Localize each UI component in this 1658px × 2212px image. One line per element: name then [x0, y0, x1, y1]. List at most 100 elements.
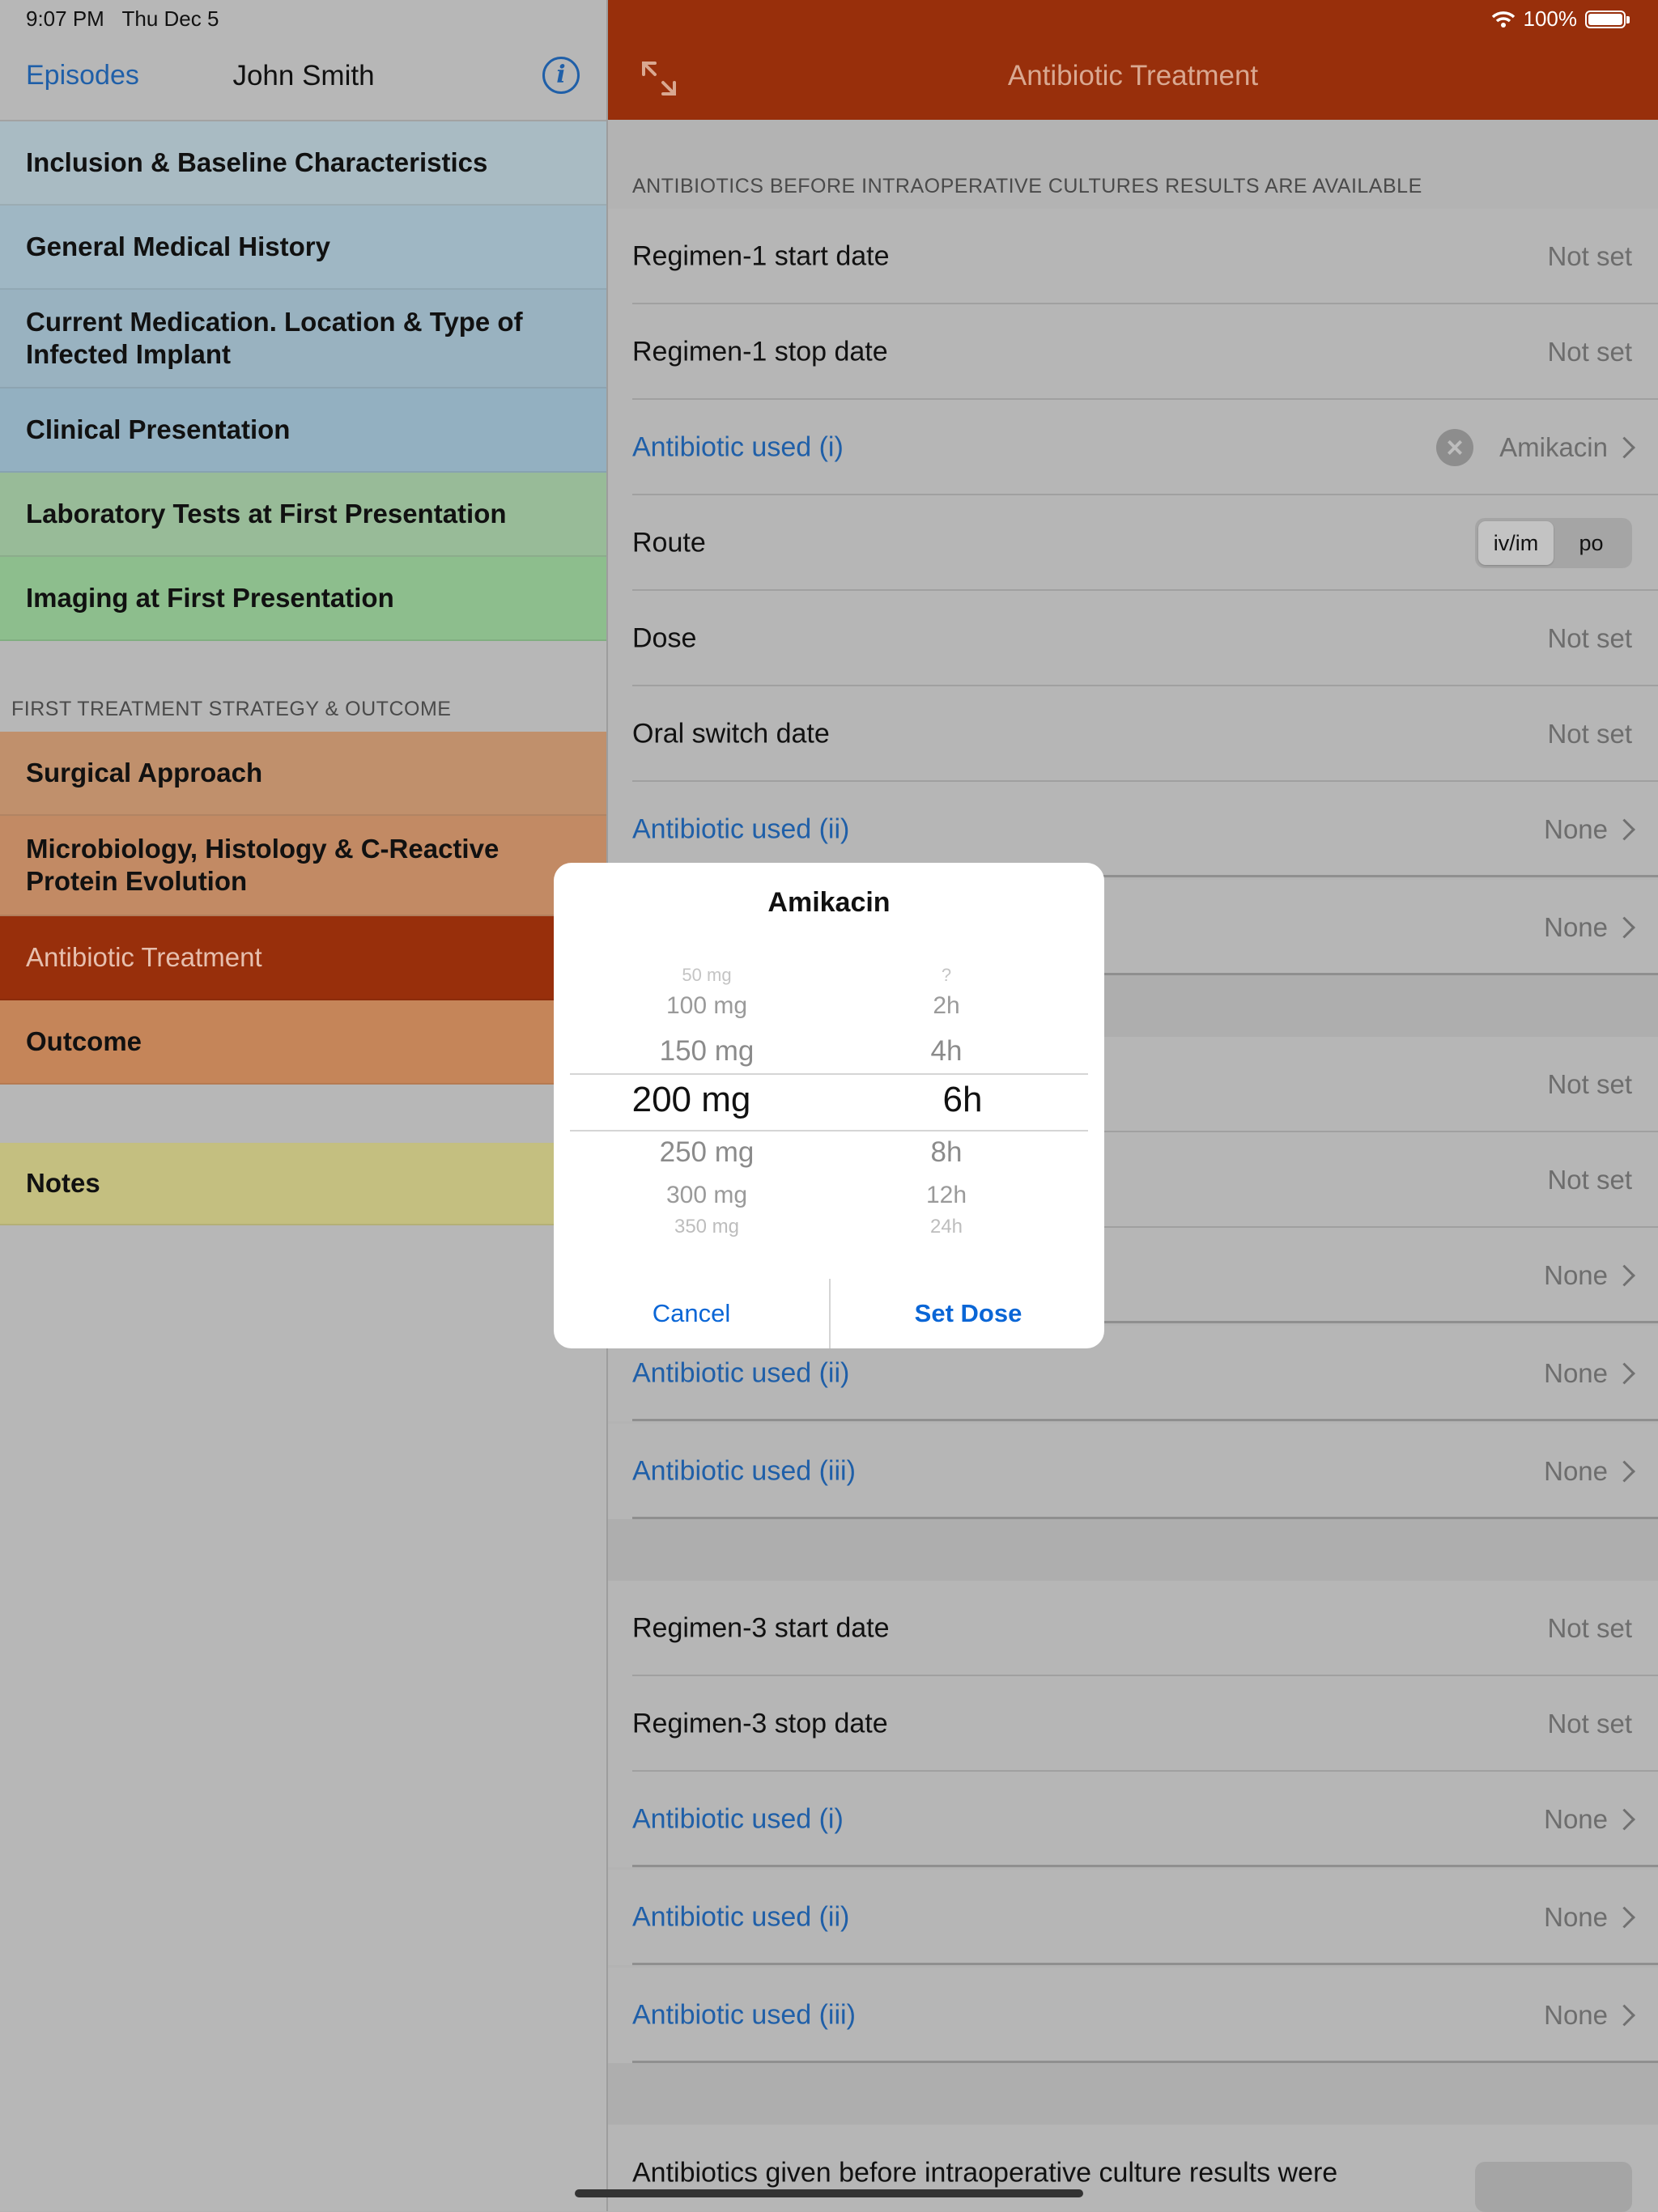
row-label: Route [632, 527, 706, 558]
row-label: Regimen-3 start date [632, 1612, 890, 1644]
interval-option[interactable]: ? [869, 965, 1023, 986]
sidebar-item-notes[interactable]: Notes [0, 1143, 607, 1225]
interval-option[interactable]: 4h [869, 1035, 1023, 1068]
row-label: Antibiotic used (iii) [632, 1999, 856, 2031]
regimen1-oral-switch-row[interactable]: Oral switch date Not set [608, 686, 1658, 782]
toggle-control[interactable] [1475, 2162, 1632, 2212]
chevron-right-icon [1613, 1460, 1635, 1483]
sidebar-item-outcome[interactable]: Outcome [0, 1000, 607, 1085]
sidebar-item-clinical-presentation[interactable]: Clinical Presentation [0, 388, 607, 473]
cancel-button[interactable]: Cancel [554, 1279, 829, 1348]
row-value: Not set [1547, 337, 1632, 367]
info-icon[interactable]: i [542, 57, 580, 94]
battery-percent: 100% [1523, 6, 1578, 31]
sidebar-item-current-medication[interactable]: Current Medication. Location & Type of I… [0, 290, 607, 388]
dose-option-selected[interactable]: 200 mg [578, 1080, 805, 1120]
row-label: Regimen-3 stop date [632, 1708, 888, 1739]
interval-option[interactable]: 8h [869, 1136, 1023, 1169]
sidebar-item-imaging[interactable]: Imaging at First Presentation [0, 557, 607, 641]
row-value: None [1544, 1804, 1608, 1834]
sidebar-navbar: John Smith Episodes i [0, 39, 607, 121]
picker-selection-top [570, 1073, 1088, 1075]
sidebar-item-label: Outcome [26, 1026, 142, 1056]
sidebar-item-microbiology[interactable]: Microbiology, Histology & C-Reactive Pro… [0, 816, 607, 916]
interval-option[interactable]: 2h [869, 992, 1023, 1020]
dose-option[interactable]: 350 mg [606, 1216, 808, 1238]
dose-option[interactable]: 250 mg [606, 1136, 808, 1169]
interval-option-selected[interactable]: 6h [886, 1080, 1039, 1120]
sidebar-item-label: Imaging at First Presentation [26, 583, 394, 613]
chevron-right-icon [1613, 2004, 1635, 2027]
row-label: Antibiotics given before intraoperative … [632, 2157, 1338, 2189]
sidebar-item-label: Antibiotic Treatment [26, 942, 262, 972]
sidebar-item-laboratory-tests[interactable]: Laboratory Tests at First Presentation [0, 473, 607, 557]
dose-option[interactable]: 150 mg [606, 1035, 808, 1068]
clear-icon[interactable]: × [1436, 429, 1473, 466]
row-label: Oral switch date [632, 718, 830, 749]
route-segmented-control: iv/im po [1475, 518, 1632, 568]
chevron-right-icon [1613, 1264, 1635, 1287]
dose-option[interactable]: 50 mg [606, 965, 808, 986]
sidebar-item-inclusion[interactable]: Inclusion & Baseline Characteristics [0, 121, 607, 206]
sidebar-item-label: Notes [26, 1168, 100, 1198]
set-dose-button[interactable]: Set Dose [831, 1279, 1104, 1348]
interval-option[interactable]: 12h [869, 1182, 1023, 1209]
sidebar-item-label: General Medical History [26, 231, 330, 261]
route-option-po[interactable]: po [1554, 521, 1629, 565]
route-option-iv-im[interactable]: iv/im [1478, 521, 1554, 565]
row-value: Not set [1547, 1165, 1632, 1195]
regimen3-stop-row[interactable]: Regimen-3 stop date Not set [608, 1676, 1658, 1772]
row-label: Antibiotic used (ii) [632, 1901, 850, 1933]
sidebar-item-surgical-approach[interactable]: Surgical Approach [0, 732, 607, 816]
section-gap [608, 2063, 1658, 2125]
picker-selection-bottom [570, 1130, 1088, 1131]
regimen3-antibiotic-ii-row[interactable]: Antibiotic used (ii) None [608, 1870, 1658, 1965]
page-title: Antibiotic Treatment [1007, 60, 1259, 91]
sidebar-item-label: Surgical Approach [26, 758, 263, 788]
sidebar-item-label: Laboratory Tests at First Presentation [26, 499, 507, 529]
chevron-right-icon [1613, 818, 1635, 841]
regimen3-antibiotic-i-row[interactable]: Antibiotic used (i) None [608, 1772, 1658, 1867]
row-separator [632, 1963, 1658, 1965]
row-value: Not set [1547, 1613, 1632, 1643]
regimen3-antibiotic-iii-row[interactable]: Antibiotic used (iii) None [608, 1968, 1658, 2063]
regimen3-start-row[interactable]: Regimen-3 start date Not set [608, 1581, 1658, 1676]
row-value: None [1544, 814, 1608, 844]
detail-navbar: Antibiotic Treatment 100% [608, 0, 1658, 120]
regimen1-dose-row[interactable]: Dose Not set [608, 591, 1658, 686]
status-right: 100% [1491, 6, 1630, 32]
sidebar-item-label: Microbiology, Histology & C-Reactive Pro… [26, 834, 500, 896]
row-label: Regimen-1 start date [632, 240, 890, 272]
regimen1-antibiotic-i-row[interactable]: Antibiotic used (i) × Amikacin [608, 400, 1658, 495]
chevron-right-icon [1613, 1906, 1635, 1929]
sidebar-item-label: Clinical Presentation [26, 414, 291, 444]
wifi-icon [1491, 11, 1515, 28]
row-separator [632, 1419, 1658, 1421]
section-header: ANTIBIOTICS BEFORE INTRAOPERATIVE CULTUR… [632, 175, 1422, 197]
given-before-results-row: Antibiotics given before intraoperative … [608, 2125, 1658, 2212]
row-value: None [1544, 2000, 1608, 2030]
sidebar-item-antibiotic-treatment[interactable]: Antibiotic Treatment [0, 916, 607, 1000]
sidebar-section-header: FIRST TREATMENT STRATEGY & OUTCOME [11, 698, 452, 720]
regimen2-antibiotic-iii-row[interactable]: Antibiotic used (iii) None [608, 1424, 1658, 1519]
battery-icon [1585, 10, 1630, 28]
dose-dialog: Amikacin 50 mg 100 mg 150 mg 200 mg 250 … [554, 863, 1104, 1348]
sidebar-item-medical-history[interactable]: General Medical History [0, 206, 607, 290]
regimen1-stop-row[interactable]: Regimen-1 stop date Not set [608, 304, 1658, 400]
regimen1-route-row: Route iv/im po [608, 495, 1658, 591]
regimen1-start-row[interactable]: Regimen-1 start date Not set [608, 209, 1658, 304]
home-indicator [575, 2189, 1083, 2197]
row-value: Not set [1547, 1709, 1632, 1739]
row-value: Not set [1547, 241, 1632, 271]
row-value: Not set [1547, 719, 1632, 749]
dose-option[interactable]: 100 mg [606, 992, 808, 1020]
chevron-right-icon [1613, 436, 1635, 459]
row-label: Antibiotic used (i) [632, 431, 844, 463]
row-value: Not set [1547, 1069, 1632, 1099]
interval-option[interactable]: 24h [869, 1216, 1023, 1238]
episodes-back-button[interactable]: Episodes [26, 60, 139, 91]
dose-option[interactable]: 300 mg [606, 1182, 808, 1209]
row-label: Regimen-1 stop date [632, 336, 888, 367]
row-value: None [1544, 1902, 1608, 1932]
row-label: Dose [632, 622, 697, 654]
